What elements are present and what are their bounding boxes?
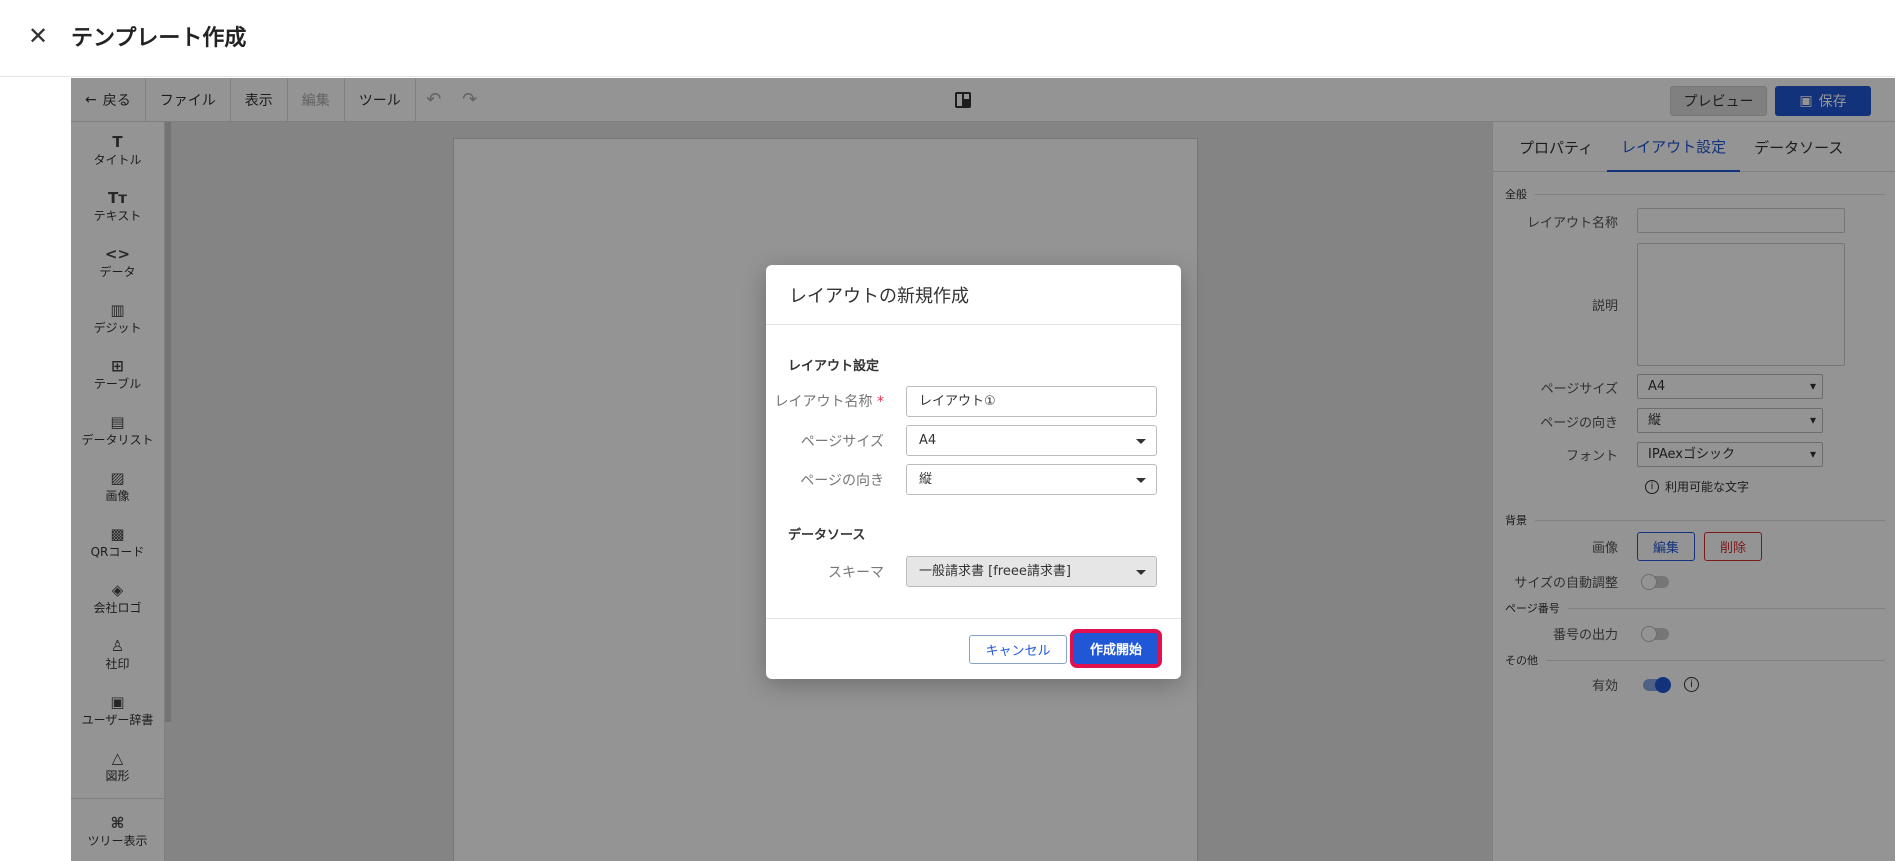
cancel-button[interactable]: キャンセル <box>969 635 1067 664</box>
start-create-button[interactable]: 作成開始 <box>1070 629 1162 668</box>
layout-name-text: レイアウト名称 <box>774 394 873 410</box>
dialog-title: レイアウトの新規作成 <box>766 265 1181 325</box>
layout-name-input[interactable]: レイアウト① <box>906 386 1157 417</box>
close-icon[interactable]: ✕ <box>26 24 50 48</box>
new-layout-dialog: レイアウトの新規作成 レイアウト設定 レイアウト名称 * レイアウト① ページサ… <box>766 265 1181 679</box>
page-size-select[interactable]: A4 <box>906 425 1157 456</box>
orientation-field-label: ページの向き <box>800 473 884 489</box>
dialog-section-datasource: データソース <box>788 528 866 543</box>
page-size-field-label: ページサイズ <box>800 434 884 450</box>
orientation-select[interactable]: 縦 <box>906 464 1157 495</box>
schema-field-label: スキーマ <box>828 565 884 581</box>
dialog-section-layout: レイアウト設定 <box>788 359 880 374</box>
header-bar: ✕ テンプレート作成 <box>0 0 1895 77</box>
required-mark: * <box>877 394 884 410</box>
page-title: テンプレート作成 <box>71 26 247 51</box>
dialog-divider <box>766 618 1181 619</box>
schema-select[interactable]: 一般請求書 [freee請求書] <box>906 556 1157 587</box>
layout-name-field-label: レイアウト名称 * <box>766 391 884 411</box>
